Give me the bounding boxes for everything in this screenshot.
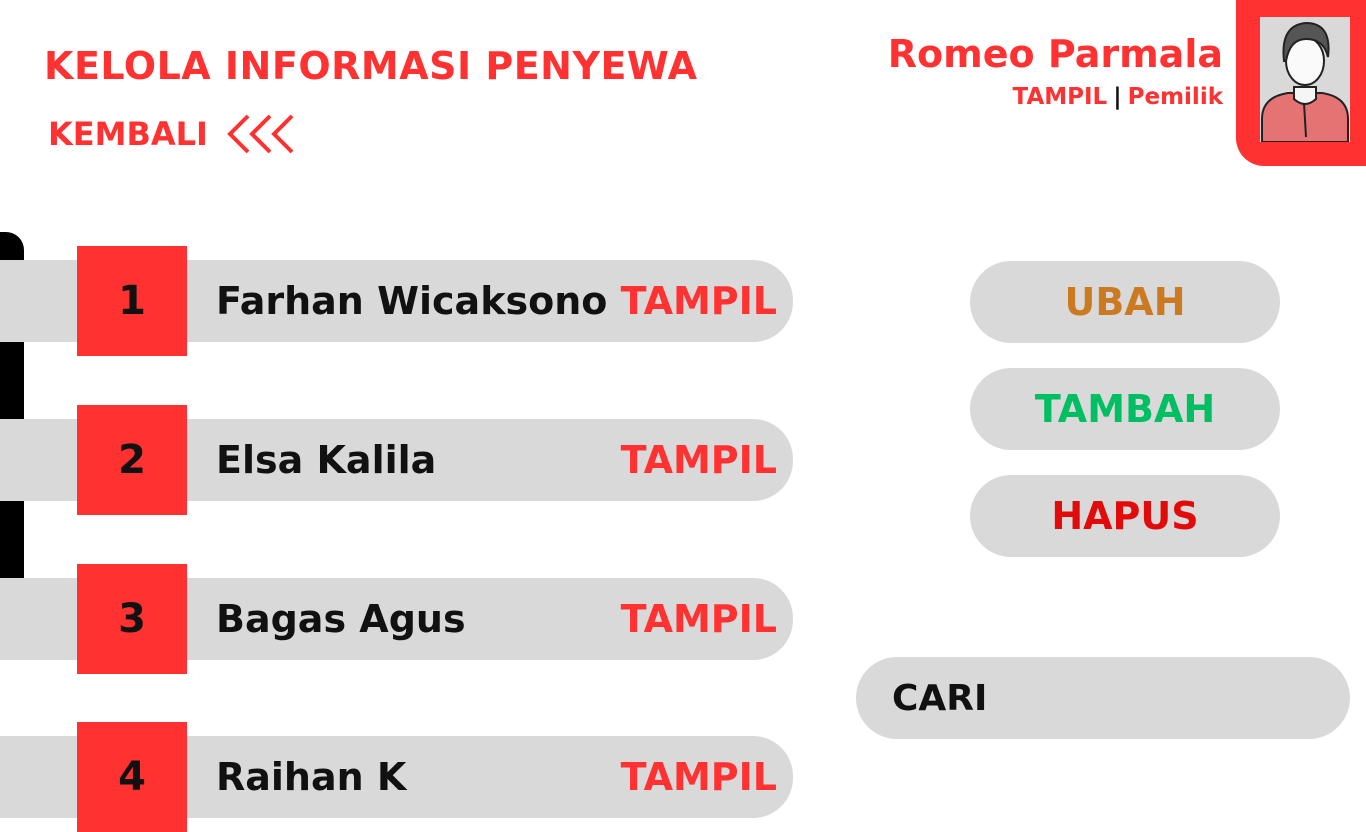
back-button[interactable]: KEMBALI <box>48 112 298 156</box>
delete-button[interactable]: HAPUS <box>970 475 1280 557</box>
profile-show-link[interactable]: TAMPIL <box>1013 84 1108 110</box>
row-number: 2 <box>77 405 187 515</box>
row-number: 3 <box>77 564 187 674</box>
user-avatar-icon <box>1261 21 1349 142</box>
user-meta: TAMPIL | Pemilik <box>1013 84 1223 110</box>
row-number: 4 <box>77 722 187 832</box>
search-label: CARI <box>892 677 988 719</box>
page-title: KELOLA INFORMASI PENYEWA <box>44 44 698 88</box>
tenant-show-button[interactable]: TAMPIL <box>621 564 777 674</box>
tenant-row: 3 Bagas Agus TAMPIL <box>0 564 800 674</box>
avatar[interactable] <box>1260 17 1350 142</box>
meta-separator: | <box>1113 84 1122 110</box>
user-role: Pemilik <box>1127 84 1223 110</box>
tenant-show-button[interactable]: TAMPIL <box>621 722 777 832</box>
avatar-panel <box>1236 0 1366 166</box>
tenant-show-button[interactable]: TAMPIL <box>621 246 777 356</box>
tenant-row: 2 Elsa Kalila TAMPIL <box>0 405 800 515</box>
triple-chevron-left-icon <box>227 114 294 154</box>
tenant-name: Bagas Agus <box>216 597 466 641</box>
tenant-name: Raihan K <box>216 755 407 799</box>
tenant-name: Farhan Wicaksono <box>216 279 608 323</box>
tenant-row: 1 Farhan Wicaksono TAMPIL <box>0 246 800 356</box>
tenant-name: Elsa Kalila <box>216 438 437 482</box>
edit-button[interactable]: UBAH <box>970 261 1280 343</box>
row-number: 1 <box>77 246 187 356</box>
back-label: KEMBALI <box>48 115 208 153</box>
user-name: Romeo Parmala <box>887 32 1223 76</box>
add-button[interactable]: TAMBAH <box>970 368 1280 450</box>
search-input[interactable]: CARI <box>856 657 1350 739</box>
tenant-row: 4 Raihan K TAMPIL <box>0 722 800 832</box>
tenant-show-button[interactable]: TAMPIL <box>621 405 777 515</box>
